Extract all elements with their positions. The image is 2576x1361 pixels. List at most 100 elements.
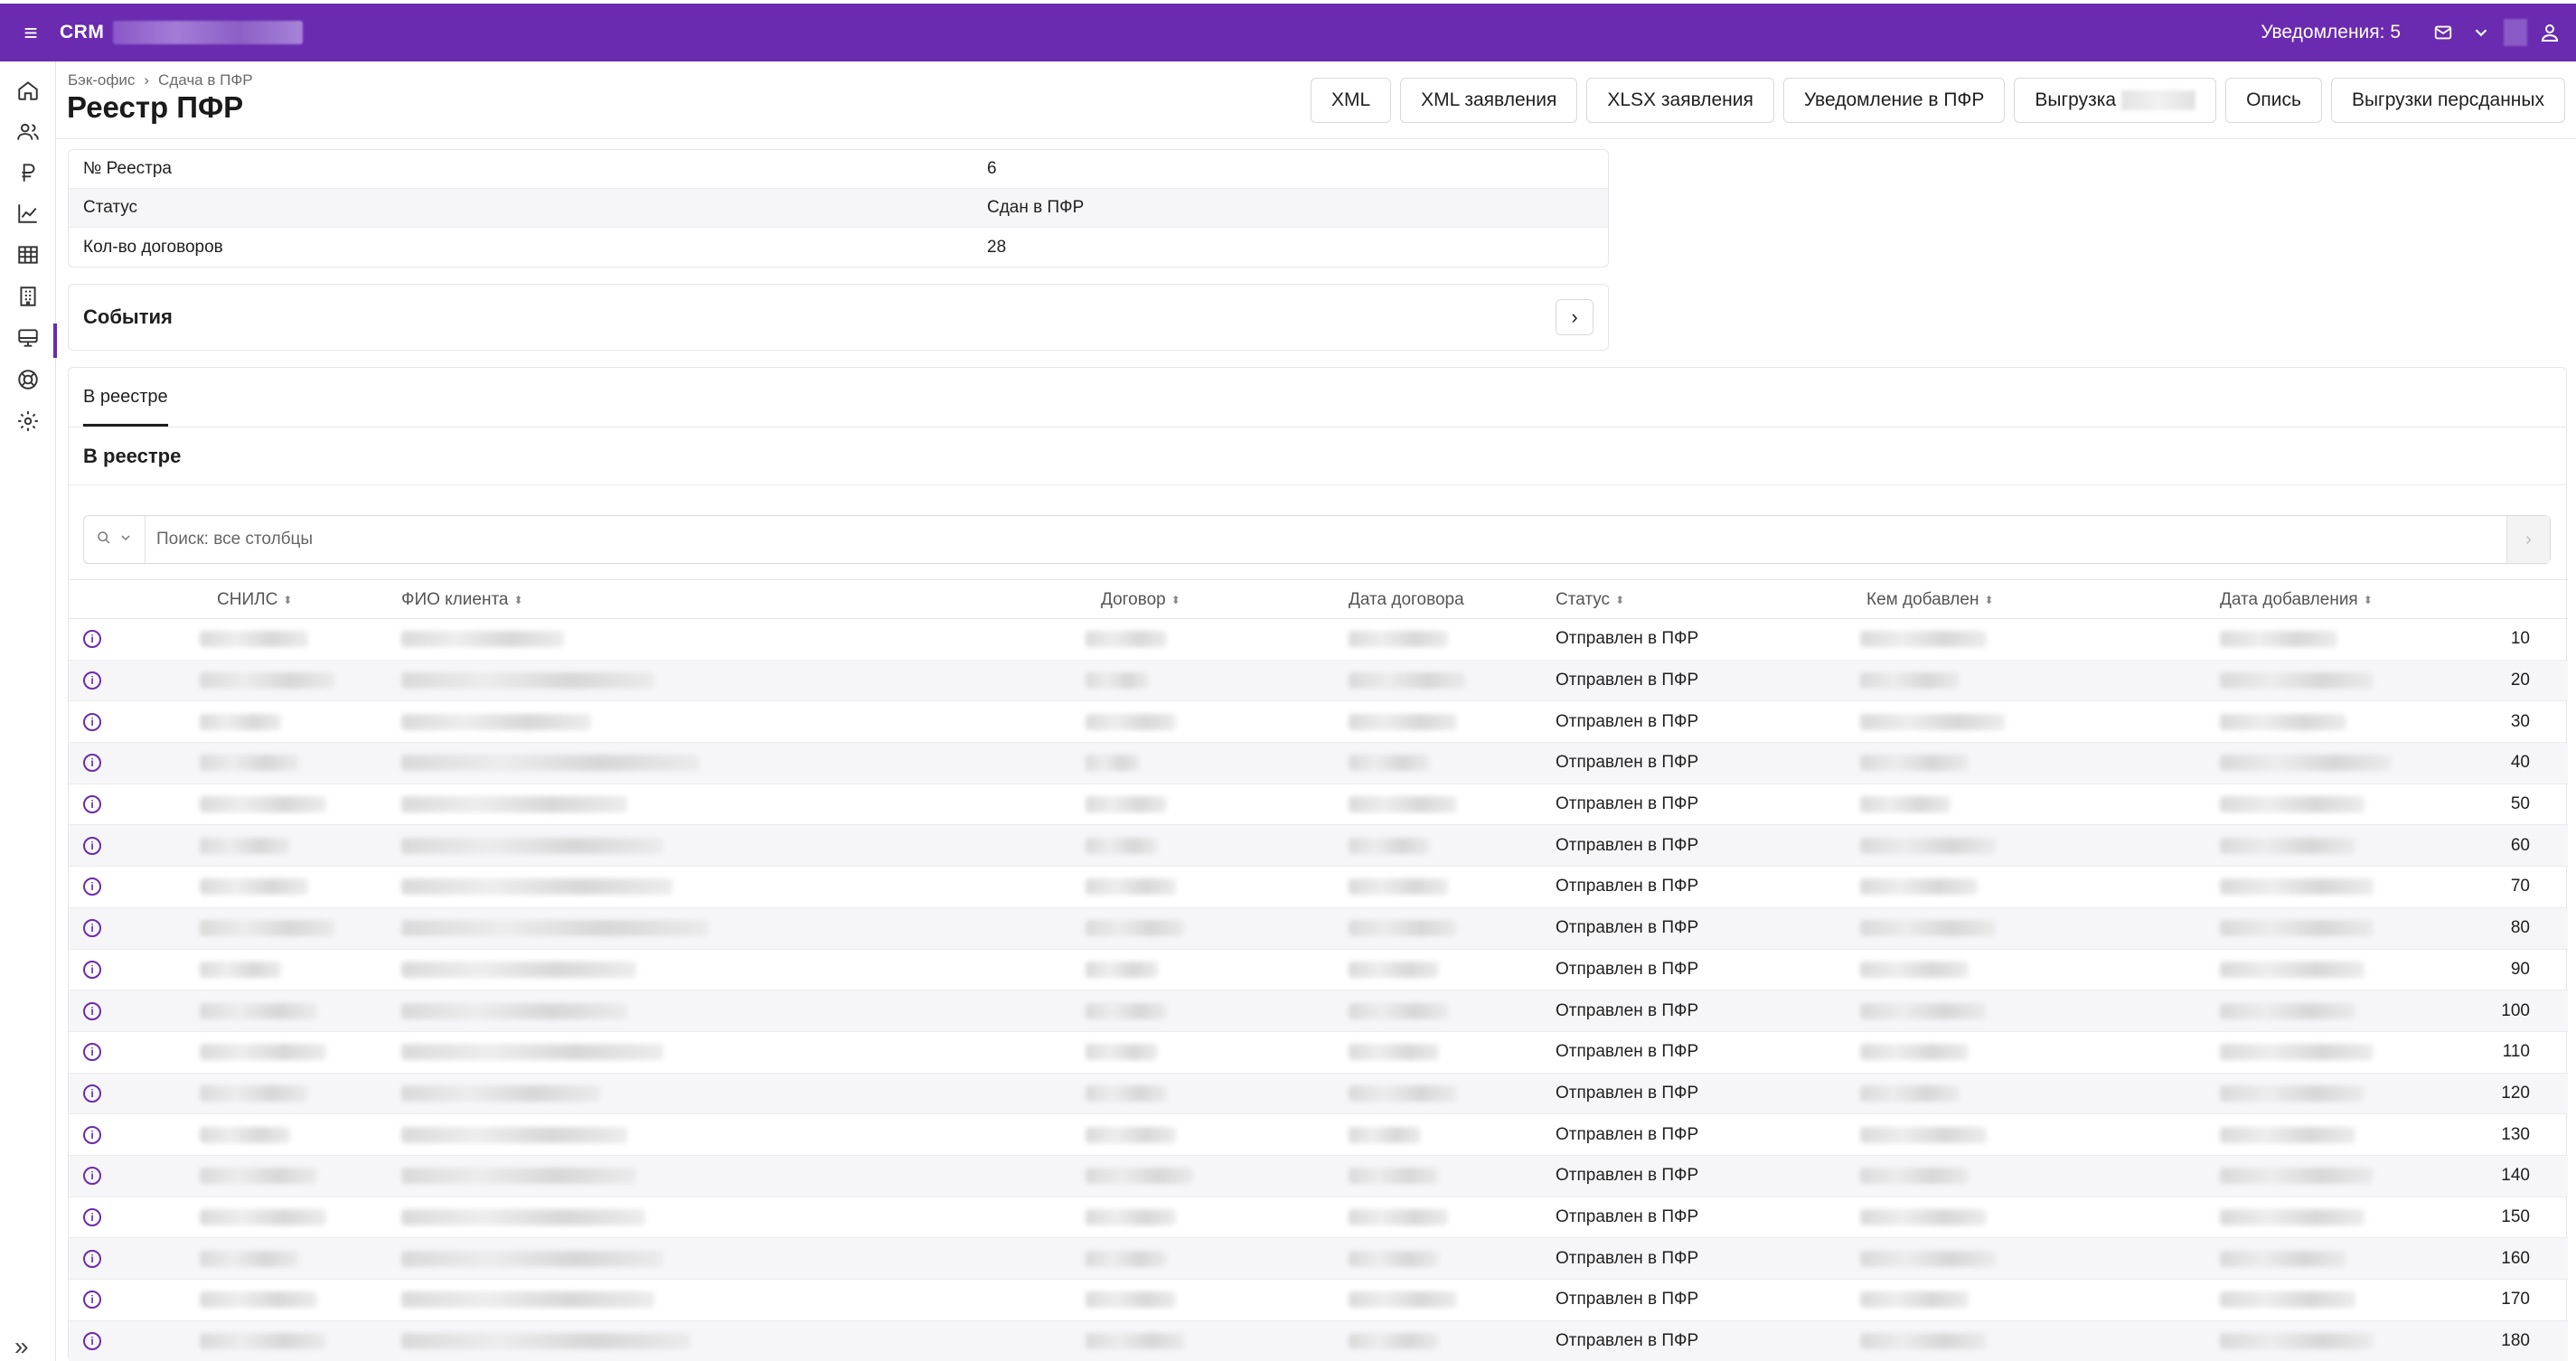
col-added-by[interactable]: Кем добавлен ⬍	[1866, 580, 1994, 620]
registry-panel: В реестре В реестре › СНИЛС ⬍ ФИО клиента…	[68, 367, 2568, 1361]
table-row[interactable]: i Отправлен в ПФР 60	[69, 825, 2568, 868]
info-icon[interactable]: i	[83, 1125, 101, 1144]
persdata-uploads-button[interactable]: Выгрузки персданных	[2330, 78, 2565, 123]
search-scope-dropdown[interactable]	[84, 516, 146, 563]
snils-cell	[200, 1280, 317, 1320]
info-icon[interactable]: i	[83, 919, 101, 938]
table-row[interactable]: i Отправлен в ПФР 10	[69, 619, 2568, 661]
upload-button[interactable]: Выгрузка	[2014, 78, 2217, 123]
breadcrumb-pfr[interactable]: Сдача в ПФР	[158, 71, 253, 89]
table-row[interactable]: i Отправлен в ПФР 170	[69, 1280, 2568, 1321]
contract-cell	[1086, 908, 1185, 949]
user-icon[interactable]	[2534, 17, 2565, 48]
info-icon[interactable]: i	[83, 1207, 101, 1226]
col-added-date[interactable]: Дата добавления ⬍	[2220, 580, 2373, 620]
tab-in-registry[interactable]: В реестре	[83, 387, 168, 427]
added-by-cell	[1860, 1238, 1996, 1279]
added-by-cell	[1860, 950, 1969, 990]
row-info-cell: i	[83, 1321, 101, 1361]
redacted-value	[401, 837, 663, 854]
snils-cell	[200, 784, 326, 825]
users-icon[interactable]	[0, 114, 56, 150]
redacted-value	[200, 920, 335, 937]
info-icon[interactable]: i	[83, 960, 101, 979]
redacted-value	[2220, 1126, 2355, 1143]
table-row[interactable]: i Отправлен в ПФР 80	[69, 907, 2568, 950]
fio-cell	[401, 701, 591, 742]
info-icon[interactable]: i	[83, 1332, 101, 1351]
contract-cell	[1086, 1032, 1158, 1073]
redacted-value	[401, 1333, 691, 1350]
registry-table: СНИЛС ⬍ ФИО клиента ⬍ Договор ⬍ Дата догово…	[69, 579, 2568, 1361]
added-by-cell	[1860, 1114, 1987, 1155]
col-fio[interactable]: ФИО клиента ⬍	[401, 580, 523, 620]
table-row[interactable]: i Отправлен в ПФР 140	[69, 1155, 2568, 1197]
support-icon[interactable]	[0, 361, 56, 398]
contract-cell	[1086, 784, 1167, 825]
info-icon[interactable]: i	[83, 754, 101, 773]
col-status[interactable]: Статус ⬍	[1556, 580, 1624, 620]
expand-sidebar-icon[interactable]: »	[14, 1332, 29, 1361]
info-icon[interactable]: i	[83, 1001, 101, 1020]
info-icon[interactable]: i	[83, 878, 101, 896]
info-icon[interactable]: i	[83, 1043, 101, 1062]
search-input[interactable]	[146, 516, 2506, 563]
chart-icon[interactable]	[0, 195, 56, 231]
info-icon[interactable]: i	[83, 836, 101, 855]
info-row-contract-count: Кол-во договоров 28	[69, 228, 1608, 267]
table-row[interactable]: i Отправлен в ПФР 40	[69, 743, 2568, 784]
table-row[interactable]: i Отправлен в ПФР 70	[69, 867, 2568, 908]
added-date-cell	[2220, 619, 2337, 660]
notifications-label[interactable]: Уведомления: 5	[2261, 22, 2401, 43]
table-row[interactable]: i Отправлен в ПФР 150	[69, 1197, 2568, 1239]
info-icon[interactable]: i	[83, 630, 101, 649]
table-row[interactable]: i Отправлен в ПФР 100	[69, 990, 2568, 1032]
row-number-cell: 120	[2501, 1083, 2530, 1103]
table-row[interactable]: i Отправлен в ПФР 180	[69, 1320, 2568, 1361]
info-icon[interactable]: i	[83, 712, 101, 731]
table-row[interactable]: i Отправлен в ПФР 20	[69, 660, 2568, 702]
table-row[interactable]: i Отправлен в ПФР 90	[69, 950, 2568, 991]
ruble-icon[interactable]	[0, 155, 56, 191]
table-row[interactable]: i Отправлен в ПФР 50	[69, 784, 2568, 826]
info-icon[interactable]: i	[83, 795, 101, 814]
col-contract[interactable]: Договор ⬍	[1101, 580, 1180, 620]
mail-icon[interactable]	[2428, 17, 2458, 48]
table-row[interactable]: i Отправлен в ПФР 30	[69, 701, 2568, 744]
building-icon[interactable]	[0, 278, 56, 314]
search-submit-chevron-icon[interactable]: ›	[2506, 516, 2550, 563]
settings-gear-icon[interactable]	[0, 403, 56, 439]
xlsx-applications-button[interactable]: XLSX заявления	[1586, 78, 1774, 123]
table-row[interactable]: i Отправлен в ПФР 160	[69, 1238, 2568, 1280]
redacted-value	[1086, 837, 1158, 854]
redacted-value	[2220, 1333, 2374, 1350]
info-icon[interactable]: i	[83, 1249, 101, 1268]
breadcrumb-backoffice[interactable]: Бэк-офис	[68, 71, 135, 89]
fio-cell	[401, 1032, 663, 1073]
table-row[interactable]: i Отправлен в ПФР 110	[69, 1032, 2568, 1074]
info-icon[interactable]: i	[83, 671, 101, 690]
contract-date-cell	[1349, 619, 1448, 660]
info-icon[interactable]: i	[83, 1084, 101, 1103]
hamburger-menu-icon[interactable]: ≡	[16, 18, 45, 47]
info-icon[interactable]: i	[83, 1291, 101, 1309]
events-panel[interactable]: События ›	[68, 284, 1609, 351]
notify-pfr-button[interactable]: Уведомление в ПФР	[1782, 78, 2006, 123]
col-snils[interactable]: СНИЛС ⬍	[217, 580, 292, 620]
inventory-button[interactable]: Опись	[2225, 78, 2322, 123]
xml-applications-button[interactable]: XML заявления	[1400, 78, 1578, 123]
chevron-down-icon[interactable]	[2466, 17, 2496, 48]
status-cell: Отправлен в ПФР	[1556, 959, 1699, 979]
table-row[interactable]: i Отправлен в ПФР 130	[69, 1114, 2568, 1156]
table-row[interactable]: i Отправлен в ПФР 120	[69, 1073, 2568, 1115]
backoffice-icon[interactable]	[0, 320, 57, 358]
table-icon[interactable]	[0, 237, 56, 273]
xml-button[interactable]: XML	[1310, 78, 1392, 123]
added-by-cell	[1860, 1074, 1960, 1114]
redacted-value	[200, 1044, 326, 1061]
info-icon[interactable]: i	[83, 1167, 101, 1186]
row-info-cell: i	[83, 990, 101, 1031]
col-contract-date[interactable]: Дата договора	[1349, 580, 1464, 620]
home-icon[interactable]	[0, 72, 56, 108]
chevron-right-icon[interactable]: ›	[1556, 299, 1594, 335]
